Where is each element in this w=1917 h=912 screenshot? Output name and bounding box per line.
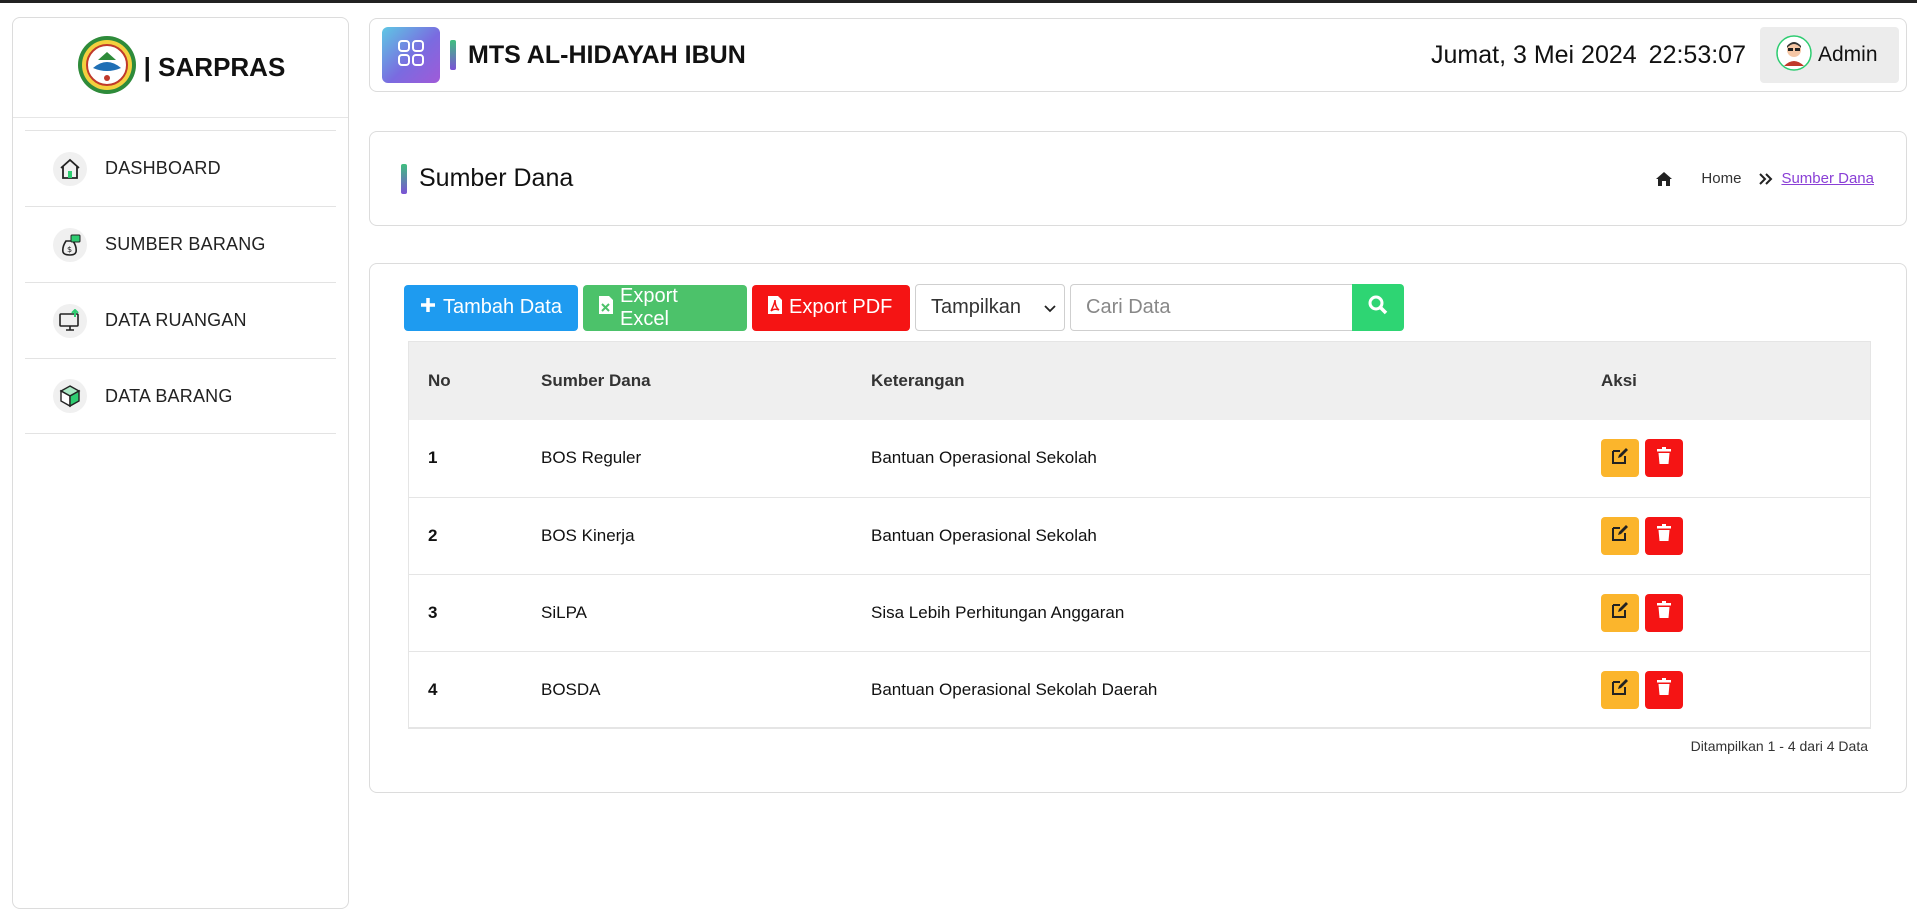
topbar: MTS AL-HIDAYAH IBUN Jumat, 3 Mei 2024 22:…: [369, 18, 1907, 92]
box-icon: [53, 379, 87, 413]
cell-keterangan: Sisa Lebih Perhitungan Anggaran: [871, 602, 1125, 622]
cell-no: 4: [428, 679, 438, 699]
cell-sumber-dana: BOSDA: [541, 679, 601, 699]
sidebar-item-label: DASHBOARD: [105, 158, 221, 178]
plus-icon: [419, 296, 437, 320]
column-header-keterangan: Keterangan: [871, 370, 965, 390]
trash-icon: [1656, 524, 1672, 547]
file-excel-icon: [598, 295, 614, 321]
datetime: Jumat, 3 Mei 2024 22:53:07: [1431, 41, 1746, 70]
cell-aksi: [1601, 574, 1871, 651]
breadcrumb: Home Sumber Dana: [1655, 170, 1874, 187]
sidebar-item-label: SUMBER BARANG: [105, 234, 266, 254]
money-bag-icon: $: [53, 227, 87, 262]
delete-button[interactable]: [1645, 670, 1683, 709]
table-row: 3 SiLPA Sisa Lebih Perhitungan Anggaran: [408, 574, 1871, 651]
cell-no: 2: [428, 525, 438, 545]
table-row: 4 BOSDA Bantuan Operasional Sekolah Daer…: [408, 651, 1871, 728]
column-header-sumber-dana: Sumber Dana: [541, 370, 651, 390]
edit-icon: [1611, 524, 1629, 547]
cell-no: 1: [428, 448, 438, 468]
cell-aksi: [1601, 497, 1871, 574]
trash-icon: [1656, 446, 1672, 470]
breadcrumb-current-link[interactable]: Sumber Dana: [1781, 170, 1874, 187]
avatar: [1776, 34, 1812, 76]
brand-title: | SARPRAS: [143, 52, 286, 82]
cell-sumber-dana: BOS Reguler: [541, 448, 642, 468]
cell-keterangan: Bantuan Operasional Sekolah Daerah: [871, 679, 1158, 699]
add-data-label: Tambah Data: [443, 296, 562, 318]
delete-button[interactable]: [1645, 439, 1683, 478]
edit-button[interactable]: [1601, 516, 1639, 555]
chevron-down-icon: [1044, 296, 1056, 319]
sidebar-item-label: DATA BARANG: [105, 385, 233, 406]
delete-button[interactable]: [1645, 593, 1683, 632]
edit-icon: [1611, 678, 1629, 701]
edit-button[interactable]: [1601, 670, 1639, 709]
sidebar-item-dashboard[interactable]: DASHBOARD: [25, 130, 336, 206]
add-data-button[interactable]: Tambah Data: [404, 284, 578, 331]
file-pdf-icon: [767, 295, 783, 321]
display-select-value: Tampilkan: [931, 296, 1022, 318]
sidebar-item-data-barang[interactable]: DATA BARANG: [25, 358, 336, 434]
data-table: No Sumber Dana Keterangan Aksi 1 BOS Reg…: [408, 341, 1871, 729]
grid-icon: [396, 38, 426, 73]
cell-keterangan: Bantuan Operasional Sekolah: [871, 448, 1097, 468]
page-title: Sumber Dana: [419, 164, 574, 192]
display-select[interactable]: Tampilkan: [915, 284, 1065, 331]
user-menu-button[interactable]: Admin: [1760, 27, 1899, 83]
export-excel-label: Export Excel: [620, 284, 678, 330]
cell-sumber-dana: BOS Kinerja: [541, 525, 635, 545]
trash-icon: [1656, 678, 1672, 701]
search-button[interactable]: [1352, 284, 1404, 331]
table-header-row: No Sumber Dana Keterangan Aksi: [408, 341, 1871, 420]
search-input[interactable]: [1070, 284, 1352, 331]
current-time: 22:53:07: [1648, 40, 1746, 69]
edit-icon: [1611, 601, 1629, 624]
sidebar-item-data-ruangan[interactable]: DATA RUANGAN: [25, 282, 336, 358]
toolbar: Tambah Data Export Excel Export PDF Tamp…: [404, 284, 1404, 331]
page-header: Sumber Dana Home Sumber Dana: [369, 131, 1907, 226]
svg-text:$: $: [67, 245, 72, 254]
cell-keterangan: Bantuan Operasional Sekolah: [871, 525, 1097, 545]
content-card: Tambah Data Export Excel Export PDF Tamp…: [369, 263, 1907, 793]
trash-icon: [1656, 601, 1672, 624]
home-icon: [53, 151, 87, 186]
school-logo-icon: [76, 34, 138, 101]
cell-sumber-dana: SiLPA: [541, 602, 587, 622]
edit-button[interactable]: [1601, 439, 1639, 478]
home-icon[interactable]: [1655, 171, 1673, 187]
export-pdf-button[interactable]: Export PDF: [752, 284, 910, 331]
export-pdf-label: Export PDF: [789, 296, 893, 318]
sidebar-nav: DASHBOARD $ SUMBER BARANG DATA RUANGAN D…: [13, 118, 348, 434]
accent-bar: [450, 40, 456, 70]
breadcrumb-home-link[interactable]: Home: [1701, 170, 1741, 187]
accent-bar: [401, 163, 407, 194]
column-header-aksi: Aksi: [1601, 370, 1637, 390]
search-group: [1070, 284, 1404, 331]
current-date: Jumat, 3 Mei 2024: [1431, 40, 1637, 69]
sidebar-item-sumber-barang[interactable]: $ SUMBER BARANG: [25, 206, 336, 282]
column-header-no: No: [428, 370, 451, 390]
table-row: 2 BOS Kinerja Bantuan Operasional Sekola…: [408, 497, 1871, 574]
double-chevron-right-icon: [1759, 172, 1773, 185]
monitor-upload-icon: [53, 303, 87, 338]
search-icon: [1368, 295, 1388, 320]
export-excel-button[interactable]: Export Excel: [583, 284, 747, 331]
edit-button[interactable]: [1601, 593, 1639, 632]
cell-aksi: [1601, 420, 1871, 497]
apps-menu-button[interactable]: [382, 27, 440, 83]
user-name: Admin: [1818, 43, 1878, 66]
cell-aksi: [1601, 651, 1871, 728]
school-name: MTS AL-HIDAYAH IBUN: [468, 40, 746, 69]
brand: | SARPRAS: [13, 18, 348, 118]
table-row: 1 BOS Reguler Bantuan Operasional Sekola…: [408, 420, 1871, 497]
cell-no: 3: [428, 602, 438, 622]
sidebar-item-label: DATA RUANGAN: [105, 310, 247, 330]
sidebar: | SARPRAS DASHBOARD $ SUMBER BARANG DATA…: [12, 17, 349, 909]
edit-icon: [1611, 447, 1629, 470]
pagination-info: Ditampilkan 1 - 4 dari 4 Data: [1690, 738, 1868, 754]
delete-button[interactable]: [1645, 516, 1683, 555]
